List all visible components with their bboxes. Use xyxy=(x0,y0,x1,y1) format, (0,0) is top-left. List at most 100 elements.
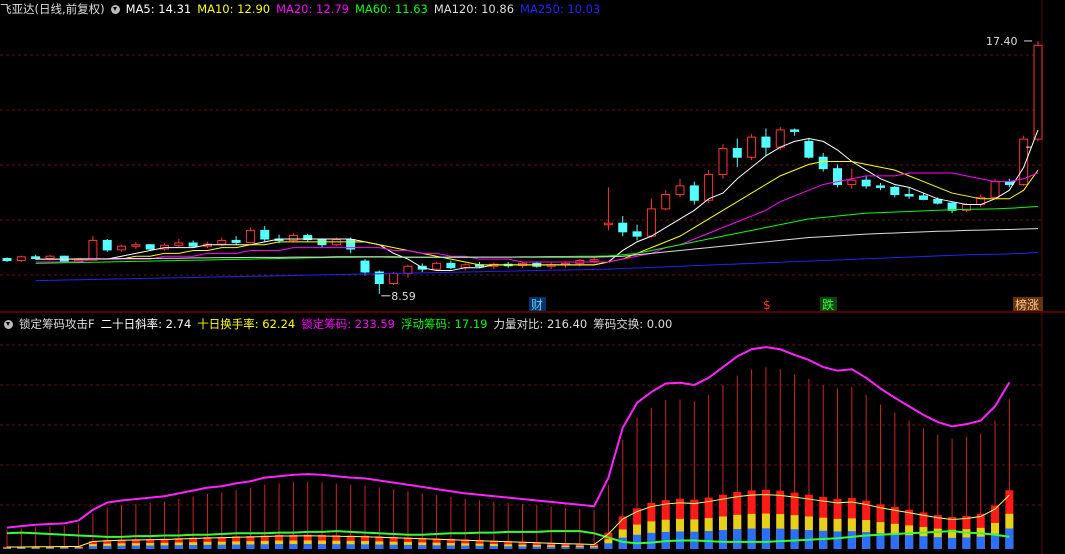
base-bar xyxy=(704,530,713,549)
high-price-label: 17.40 xyxy=(986,35,1018,48)
candle-body xyxy=(818,156,828,170)
base-bar xyxy=(933,537,942,549)
base-bar xyxy=(718,530,727,549)
ma-line-ma20 xyxy=(35,172,1039,263)
candle-body xyxy=(775,129,785,148)
base-bar xyxy=(403,544,412,549)
base-bar xyxy=(962,537,971,549)
base-bar xyxy=(618,537,627,549)
base-bar xyxy=(45,548,54,549)
candle-body xyxy=(102,239,112,251)
base-bar xyxy=(332,544,341,549)
base-bar xyxy=(790,529,799,549)
base-bar xyxy=(88,546,97,549)
candle-body xyxy=(117,245,127,251)
candle-body xyxy=(260,229,270,240)
base-bar xyxy=(489,546,498,549)
ma-line-ma5 xyxy=(35,129,1039,272)
candle-body xyxy=(847,179,857,185)
base-bar xyxy=(246,544,255,549)
base-bar xyxy=(504,546,513,549)
candle-body xyxy=(804,140,814,158)
candle-body xyxy=(245,229,255,243)
base-bar xyxy=(160,545,169,549)
candle-body xyxy=(432,262,442,270)
candle-body xyxy=(1033,44,1043,140)
base-bar xyxy=(360,544,369,549)
base-bar xyxy=(318,544,327,549)
base-bar xyxy=(189,545,198,549)
candle-body xyxy=(217,239,227,245)
base-bar xyxy=(518,546,527,549)
candle-body xyxy=(589,259,599,262)
ma-line-ma10 xyxy=(35,161,1039,266)
event-marker-3: 榜涨 xyxy=(1015,297,1039,312)
base-bar xyxy=(232,544,241,549)
candle-body xyxy=(2,258,12,262)
base-bar xyxy=(776,528,785,549)
candle-body xyxy=(389,272,399,284)
base-bar xyxy=(761,528,770,549)
base-bar xyxy=(174,545,183,549)
candle-body xyxy=(16,256,26,262)
candle-body xyxy=(761,136,771,148)
base-bar xyxy=(1005,528,1014,549)
base-bar xyxy=(17,548,26,549)
base-bar xyxy=(905,535,914,549)
base-bar xyxy=(260,544,269,549)
base-bar xyxy=(432,545,441,549)
candle-body xyxy=(790,129,800,132)
base-bar xyxy=(346,544,355,549)
base-bar xyxy=(847,531,856,549)
candle-body xyxy=(288,235,298,241)
base-bar xyxy=(117,545,126,549)
candle-body xyxy=(904,194,914,197)
base-bar xyxy=(461,545,470,549)
candle-body xyxy=(88,239,98,261)
base-bar xyxy=(74,548,83,549)
base-bar xyxy=(217,544,226,549)
candle-body xyxy=(231,239,241,243)
event-marker-0: 财 xyxy=(531,298,543,312)
base-bar xyxy=(733,529,742,549)
ma-line-ma60 xyxy=(35,206,1039,264)
candle-body xyxy=(704,173,714,201)
base-bar xyxy=(604,543,613,549)
candle-body xyxy=(661,194,671,210)
base-bar xyxy=(303,543,312,549)
ma-line-ma120 xyxy=(35,228,1039,260)
candle-body xyxy=(675,185,685,196)
candle-body xyxy=(632,231,642,237)
candle-body xyxy=(890,186,900,196)
base-bar xyxy=(590,547,599,549)
candle-body xyxy=(718,148,728,175)
base-bar xyxy=(103,545,112,549)
base-bar xyxy=(475,545,484,549)
base-bar xyxy=(919,536,928,549)
base-bar xyxy=(747,528,756,549)
event-marker-2: 跌 xyxy=(822,297,834,312)
candle-body xyxy=(933,198,943,204)
candle-body xyxy=(446,262,456,269)
candle-body xyxy=(174,242,184,246)
base-bar xyxy=(289,544,298,549)
candle-body xyxy=(45,255,55,260)
base-bar xyxy=(3,548,11,549)
candle-body xyxy=(732,148,742,158)
base-bar xyxy=(948,537,957,549)
candle-body xyxy=(131,244,141,247)
base-bar xyxy=(890,534,899,549)
base-bar xyxy=(375,544,384,549)
base-bar xyxy=(547,546,556,549)
candle-body xyxy=(603,222,613,226)
base-bar xyxy=(633,534,642,549)
base-bar xyxy=(146,545,155,549)
chart-canvas[interactable]: 17.40 8.59 财 $ 跌 榜涨 xyxy=(0,0,1065,554)
base-bar xyxy=(532,546,541,549)
candle-body xyxy=(747,136,757,158)
base-bar xyxy=(446,545,455,549)
base-bar xyxy=(131,545,140,549)
candle-body xyxy=(145,244,155,250)
base-bar xyxy=(389,544,398,549)
lock-line xyxy=(6,346,1011,529)
